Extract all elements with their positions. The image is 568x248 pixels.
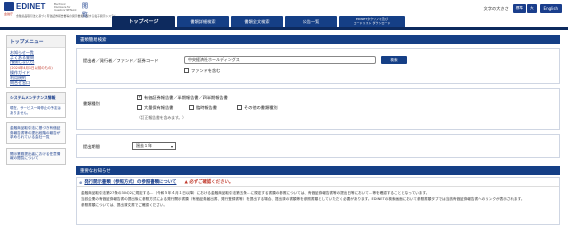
fund-checkbox-label: ファンドを含む xyxy=(191,68,221,73)
edinet-mark-icon xyxy=(4,2,14,11)
filer-search-input[interactable]: 中央経済社ホールディングス xyxy=(184,56,376,64)
fund-checkbox[interactable] xyxy=(184,68,189,73)
logo-caption: 金融商品取引法に基づく有価証券報告書等の開示書類に関する電子開示システム xyxy=(16,14,117,18)
period-panel: 提出期間 過去１年 ▾ xyxy=(76,134,560,158)
large-holding-checkbox[interactable] xyxy=(137,105,142,110)
sidebar-item-contact[interactable]: 問合せ窓口 xyxy=(10,80,62,85)
doctype-note: （訂正報告書を含みます。） xyxy=(137,115,186,120)
tab-taxonomy-line2: コードリスト ダウンロード xyxy=(353,20,391,25)
doctype-option-other[interactable]: その他の書類種別 xyxy=(237,105,278,111)
top-menu-list: お知らせ一覧 よくある質問 (使用しない方) (2024年4月1日以前のもの) … xyxy=(7,48,65,87)
notice-panel: ⊕ 発行開示書類（参照方式）の参照書類について ▲ 必ずご確認ください。 金融商… xyxy=(76,177,560,225)
chevron-down-icon: ▾ xyxy=(170,144,173,149)
sidebar: トップメニュー お知らせ一覧 よくある質問 (使用しない方) (2024年4月1… xyxy=(6,35,66,169)
company-list-banner[interactable]: 金融商品取引法に基づき有価証券報告書等の提出段階の報告が求められている会社一覧 xyxy=(6,122,66,144)
header-bar xyxy=(0,27,568,30)
fsa-label: 金融庁 xyxy=(4,12,14,16)
notice-item-title[interactable]: 発行開示書類（参照方式）の参照書類について xyxy=(84,179,176,185)
notice-warning: ▲ 必ずご確認ください。 xyxy=(184,180,234,185)
search-button[interactable]: 検索 xyxy=(381,56,407,64)
doctype-option-extraordinary[interactable]: 臨時報告書 xyxy=(189,105,217,111)
font-standard-button[interactable]: 標準 xyxy=(512,4,526,13)
other-doctype-label: その他の書類種別 xyxy=(244,105,278,110)
maintenance-block: システムメンテナンス情報 現在、サービス一時停止の予定はありません。 xyxy=(6,92,66,119)
font-large-button[interactable]: 大 xyxy=(526,4,537,13)
tab-top-page[interactable]: トップページ xyxy=(112,16,175,27)
tab-detail-search[interactable]: 書類詳細検索 xyxy=(177,16,229,27)
tab-fulltext-search[interactable]: 書類全文検索 xyxy=(231,16,283,27)
period-select[interactable]: 過去１年 ▾ xyxy=(132,142,176,150)
maintenance-title: システムメンテナンス情報 xyxy=(7,93,65,105)
top-menu-title: トップメニュー xyxy=(7,36,65,48)
arrow-icon: ⊕ xyxy=(79,179,83,185)
notice-item-header: ⊕ 発行開示書類（参照方式）の参照書類について ▲ 必ずご確認ください。 xyxy=(77,178,559,187)
doctype-option-large-holding[interactable]: 大量保有報告書 xyxy=(137,105,173,111)
large-holding-label: 大量保有報告書 xyxy=(144,105,174,110)
top-navigation: トップページ 書類詳細検索 書類全文検索 公告一覧 EDINETタクソノミ及び … xyxy=(112,16,407,27)
notice-body-line3: 参照書類については、提出済文書でご確認ください。 xyxy=(81,203,168,207)
maintenance-message: 現在、サービス一時停止の予定はありません。 xyxy=(10,106,61,115)
english-button[interactable]: English xyxy=(539,4,562,13)
annual-report-label: 有価証券報告書／半期報告書／四半期報告書 xyxy=(144,95,228,100)
main-content: 書類簡易検索 提出者／発行者／ファンド／証券コード 中央経済社ホールディングス … xyxy=(76,35,560,229)
period-select-value: 過去１年 xyxy=(136,143,152,148)
fund-checkbox-row[interactable]: ファンドを含む xyxy=(184,68,220,74)
notice-body: 金融商品取引法第27条の30の2に規定する…（令和５年４月１日以降）における金融… xyxy=(77,187,559,211)
extraordinary-label: 臨時報告書 xyxy=(196,105,217,110)
filer-label: 提出者／発行者／ファンド／証券コード xyxy=(83,58,159,63)
other-doctype-checkbox[interactable] xyxy=(237,105,242,110)
font-size-controls: 文字の大きさ 標準 大 English xyxy=(484,4,562,13)
top-menu-block: トップメニュー お知らせ一覧 よくある質問 (使用しない方) (2024年4月1… xyxy=(6,35,66,89)
logo-tagline: Electronic Disclosure for Investors' NET… xyxy=(54,3,77,12)
logo-text: EDINET xyxy=(16,2,46,11)
font-size-label: 文字の大きさ xyxy=(483,5,509,11)
site-header: 金融庁 EDINET Electronic Disclosure for Inv… xyxy=(0,0,568,27)
voluntary-info-banner[interactable]: 開示業務提出者における任意情報の閲覧について xyxy=(6,147,66,165)
extraordinary-checkbox[interactable] xyxy=(189,105,194,110)
annual-report-checkbox[interactable] xyxy=(137,94,142,100)
important-notice-title: 重要なお知らせ xyxy=(76,166,560,175)
tab-taxonomy-download[interactable]: EDINETタクソノミ及び コードリスト ダウンロード xyxy=(339,16,405,27)
simple-search-title: 書類簡易検索 xyxy=(76,35,560,44)
period-label: 提出期間 xyxy=(83,144,100,149)
doctype-label: 書類種別 xyxy=(83,101,100,106)
tab-public-notice[interactable]: 公告一覧 xyxy=(285,16,337,27)
filer-search-panel: 提出者／発行者／ファンド／証券コード 中央経済社ホールディングス 検索 ファンド… xyxy=(76,48,560,84)
doctype-panel: 書類種別 有価証券報告書／半期報告書／四半期報告書 大量保有報告書 臨時報告書 … xyxy=(76,88,560,130)
doctype-option-annual[interactable]: 有価証券報告書／半期報告書／四半期報告書 xyxy=(137,94,228,101)
